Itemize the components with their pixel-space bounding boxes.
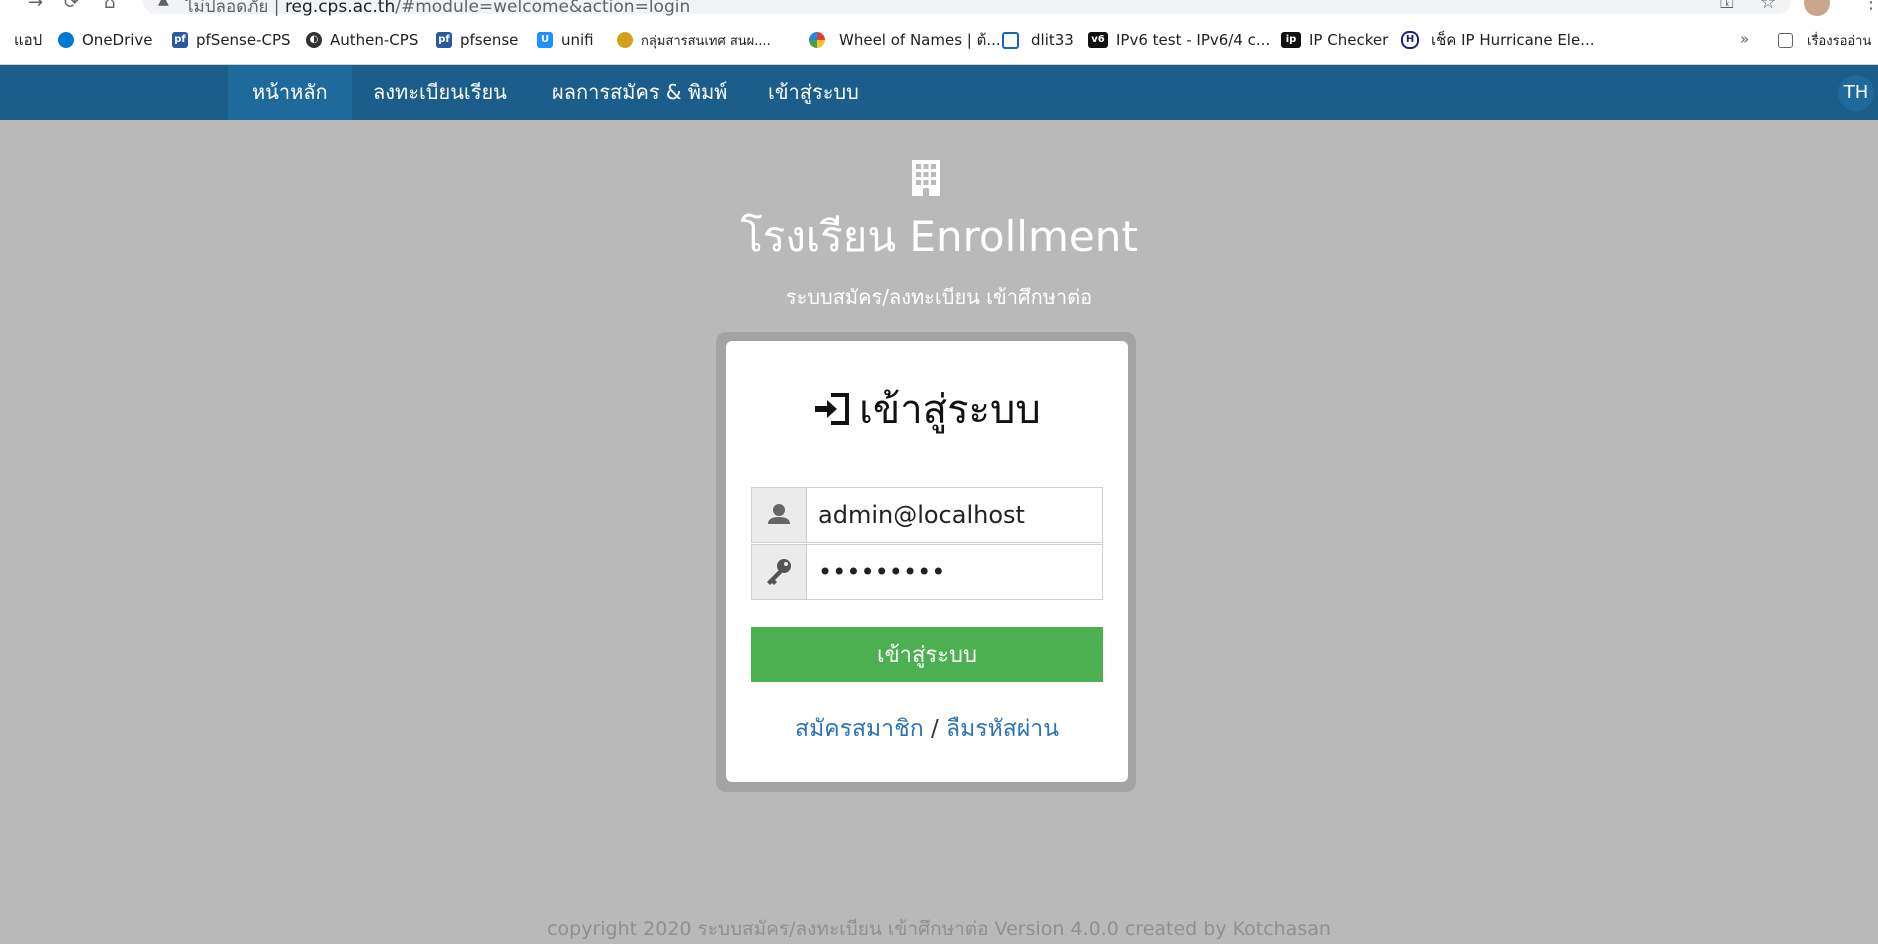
menu-icon[interactable]: ⋮ bbox=[1862, 0, 1878, 13]
nav-login[interactable]: เข้าสู่ระบบ bbox=[744, 65, 883, 120]
cloud-icon bbox=[58, 32, 74, 48]
bookmark-hurricane[interactable]: H เช็ค IP Hurricane Ele... bbox=[1401, 28, 1595, 52]
flame-icon bbox=[617, 32, 633, 48]
bookmarks-bar: แอป OneDrive pf pfSense-CPS ◐ Authen-CPS… bbox=[0, 28, 1878, 52]
login-heading: เข้าสู่ระบบ bbox=[726, 377, 1128, 441]
bookmark-apps[interactable]: แอป bbox=[0, 28, 42, 52]
security-label: ไม่ปลอดภัย bbox=[185, 0, 269, 17]
url-text[interactable]: ไม่ปลอดภัย | reg.cps.ac.th/#module=welco… bbox=[185, 0, 690, 20]
star-icon[interactable]: ☆ bbox=[1760, 0, 1776, 13]
unifi-logo-icon: U bbox=[537, 32, 553, 48]
login-submit-button[interactable]: เข้าสู่ระบบ bbox=[751, 627, 1103, 682]
bookmark-dlit33[interactable]: dlit33 bbox=[1002, 28, 1074, 52]
site-subtitle: ระบบสมัคร/ลงทะเบียน เข้าศึกษาต่อ bbox=[785, 285, 1093, 309]
globe-icon: ◐ bbox=[306, 32, 322, 48]
links-separator: / bbox=[923, 716, 947, 742]
bookmark-wheel-of-names[interactable]: Wheel of Names | ต้... bbox=[809, 28, 1001, 52]
key-icon-addon bbox=[752, 545, 807, 599]
login-heading-text: เข้าสู่ระบบ bbox=[859, 387, 1041, 433]
back-arrow-icon[interactable]: → bbox=[28, 0, 43, 13]
language-switch[interactable]: TH bbox=[1838, 75, 1874, 111]
url-host: reg.cps.ac.th bbox=[284, 0, 396, 17]
bookmark-info-group[interactable]: กลุ่มสารสนเทศ สนผ.... bbox=[617, 28, 771, 52]
reading-list-icon bbox=[1778, 32, 1793, 48]
ip-logo-icon: ip bbox=[1281, 32, 1301, 48]
browser-chrome: → ⟳ ⌂ ▲ ไม่ปลอดภัย | reg.cps.ac.th/#modu… bbox=[0, 0, 1878, 65]
ipv6-logo-icon: v6 bbox=[1088, 32, 1108, 48]
profile-avatar[interactable] bbox=[1804, 0, 1830, 16]
reading-list[interactable]: เรื่องรออ่าน bbox=[1778, 28, 1871, 52]
bookmark-authen-cps[interactable]: ◐ Authen-CPS bbox=[306, 28, 418, 52]
bookmark-pfsense-cps[interactable]: pf pfSense-CPS bbox=[172, 28, 291, 52]
bookmark-ip-checker[interactable]: ip IP Checker bbox=[1281, 28, 1388, 52]
password-input[interactable] bbox=[818, 545, 1088, 599]
wheel-icon bbox=[809, 32, 825, 48]
pfsense-logo-icon: pf bbox=[172, 32, 188, 48]
reload-icon[interactable]: ⟳ bbox=[64, 0, 79, 13]
bookmark-ipv6-test[interactable]: v6 IPv6 test - IPv6/4 c... bbox=[1088, 28, 1270, 52]
user-icon bbox=[768, 504, 790, 524]
username-field[interactable] bbox=[751, 487, 1103, 543]
translate-icon[interactable]: ⚿ bbox=[1720, 0, 1734, 13]
grid-icon bbox=[1002, 31, 1019, 49]
warning-icon[interactable]: ▲ bbox=[158, 0, 169, 8]
building-icon bbox=[912, 160, 940, 196]
home-icon[interactable]: ⌂ bbox=[104, 0, 115, 13]
nav-register-course[interactable]: ลงทะเบียนเรียน bbox=[349, 65, 531, 120]
username-input[interactable] bbox=[818, 488, 1088, 542]
password-field[interactable] bbox=[751, 544, 1103, 600]
footer-copyright: copyright 2020 ระบบสมัคร/ลงทะเบียน เข้าศ… bbox=[547, 918, 1331, 940]
bookmark-pfsense[interactable]: pf pfsense bbox=[436, 28, 518, 52]
site-title: โรงเรียน Enrollment bbox=[740, 212, 1138, 261]
forgot-password-link[interactable]: ลืมรหัสผ่าน bbox=[946, 716, 1059, 742]
bookmark-onedrive[interactable]: OneDrive bbox=[58, 28, 153, 52]
site-navbar: หน้าหลัก ลงทะเบียนเรียน ผลการสมัคร & พิม… bbox=[0, 65, 1878, 120]
register-link[interactable]: สมัครสมาชิก bbox=[795, 716, 924, 742]
sign-in-icon bbox=[815, 393, 850, 425]
bookmark-unifi[interactable]: U unifi bbox=[537, 28, 594, 52]
bookmarks-overflow[interactable]: » bbox=[1740, 30, 1749, 48]
hurricane-logo-icon: H bbox=[1401, 31, 1419, 49]
auth-links: สมัครสมาชิก / ลืมรหัสผ่าน bbox=[726, 711, 1128, 747]
nav-home[interactable]: หน้าหลัก bbox=[228, 65, 352, 120]
login-card: เข้าสู่ระบบ เข้าสู่ระบบ สมัครสมาชิก / ลื… bbox=[726, 341, 1128, 782]
apps-grid-icon bbox=[0, 32, 4, 48]
url-path: /#module=welcome&action=login bbox=[395, 0, 691, 17]
pfsense-logo-icon: pf bbox=[436, 32, 452, 48]
user-icon-addon bbox=[752, 488, 807, 542]
nav-results-print[interactable]: ผลการสมัคร & พิมพ์ bbox=[528, 65, 751, 120]
key-icon bbox=[767, 559, 791, 585]
